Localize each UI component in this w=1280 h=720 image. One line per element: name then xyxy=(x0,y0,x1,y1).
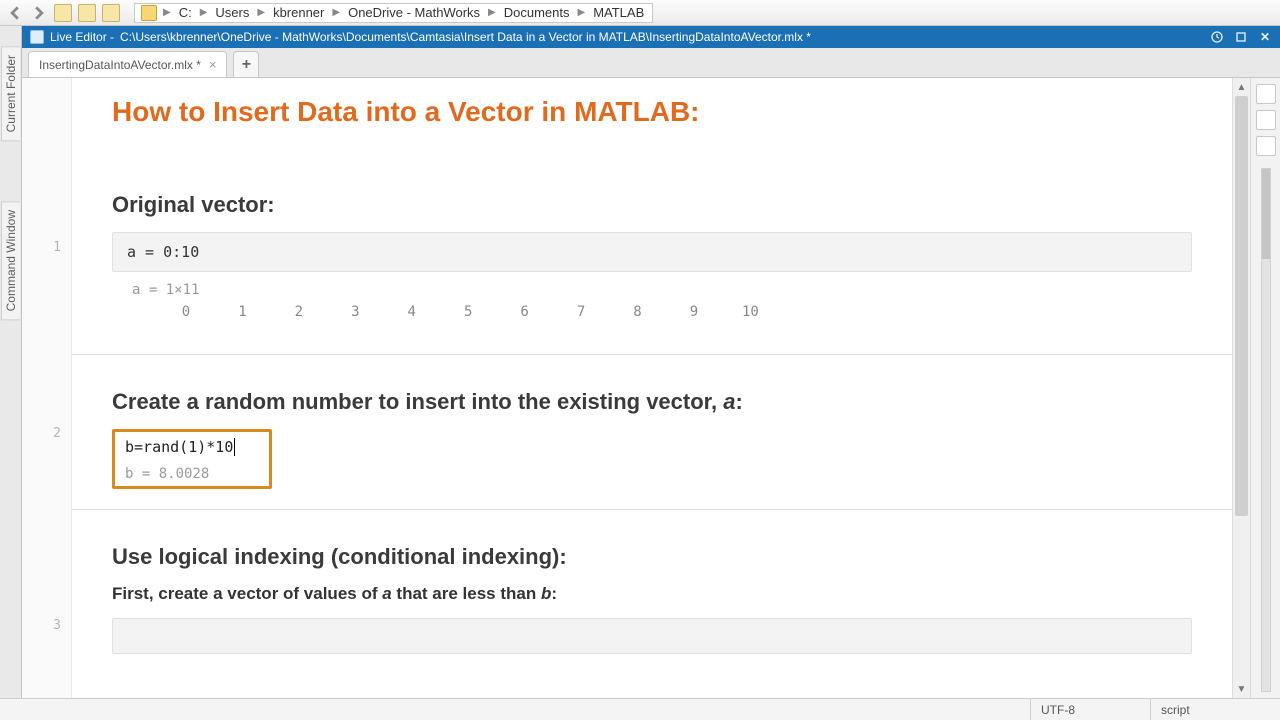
breadcrumb-part[interactable]: C: xyxy=(177,5,194,20)
line-number: 2 xyxy=(31,426,61,441)
page-title: How to Insert Data into a Vector in MATL… xyxy=(112,96,1192,128)
code-cell-1[interactable]: a = 0:10 xyxy=(112,232,1192,272)
rail-scroll-track[interactable] xyxy=(1261,168,1271,692)
file-tab-strip: InsertingDataIntoAVector.mlx * × + xyxy=(22,48,1280,78)
toolbar-icon-3[interactable] xyxy=(102,4,120,22)
section-heading-original: Original vector: xyxy=(112,192,1192,218)
rail-button-3[interactable] xyxy=(1256,136,1276,156)
rail-button-2[interactable] xyxy=(1256,110,1276,130)
status-mode[interactable]: script xyxy=(1150,699,1270,720)
line-number-gutter: 1 2 3 xyxy=(22,78,72,698)
breadcrumb-part[interactable]: kbrenner xyxy=(271,5,326,20)
scroll-thumb[interactable] xyxy=(1235,96,1248,516)
toolbar-icon-2[interactable] xyxy=(78,4,96,22)
file-tab-active[interactable]: InsertingDataIntoAVector.mlx * × xyxy=(28,51,227,77)
folder-icon xyxy=(141,5,157,21)
maximize-icon[interactable] xyxy=(1234,30,1248,44)
section-subtext: First, create a vector of values of a th… xyxy=(112,584,1192,604)
new-tab-button[interactable]: + xyxy=(233,51,259,77)
rail-scroll-thumb[interactable] xyxy=(1262,169,1270,259)
output-1: a = 1×11 0 1 2 3 4 5 6 7 8 xyxy=(112,278,1192,324)
close-icon[interactable]: ✕ xyxy=(1258,30,1272,44)
status-bar: UTF-8 script xyxy=(0,698,1280,720)
rail-button-1[interactable] xyxy=(1256,84,1276,104)
breadcrumb-part[interactable]: MATLAB xyxy=(591,5,646,20)
address-toolbar: ▶ C: ▶ Users ▶ kbrenner ▶ OneDrive - Mat… xyxy=(0,0,1280,26)
editor-title-path: C:\Users\kbrenner\OneDrive - MathWorks\D… xyxy=(120,30,811,44)
section-heading-random: Create a random number to insert into th… xyxy=(112,389,1192,415)
active-code-highlight: b=rand(1)*10 b = 8.0028 xyxy=(112,429,272,489)
line-number: 3 xyxy=(31,618,61,633)
output-1-label: a = 1×11 xyxy=(132,282,1192,298)
current-folder-tab[interactable]: Current Folder xyxy=(1,46,20,141)
breadcrumb-part[interactable]: Documents xyxy=(502,5,572,20)
command-window-tab[interactable]: Command Window xyxy=(1,201,20,320)
editor-scrollbar[interactable]: ▲ ▼ xyxy=(1232,78,1250,698)
file-tab-label: InsertingDataIntoAVector.mlx * xyxy=(39,58,201,72)
breadcrumb-part[interactable]: Users xyxy=(213,5,251,20)
breadcrumb-sep: ▶ xyxy=(161,7,173,18)
line-number: 1 xyxy=(31,240,61,255)
scroll-down-icon[interactable]: ▼ xyxy=(1233,680,1250,698)
tab-close-icon[interactable]: × xyxy=(209,57,217,72)
code-cell-2[interactable]: b=rand(1)*10 xyxy=(125,438,259,456)
left-panel-tabs: Current Folder Command Window xyxy=(0,26,22,698)
output-2: b = 8.0028 xyxy=(125,466,259,482)
text-cursor xyxy=(234,438,235,456)
code-cell-3[interactable] xyxy=(112,618,1192,654)
live-editor-titlebar: Live Editor - C:\Users\kbrenner\OneDrive… xyxy=(22,26,1280,48)
dock-icon[interactable] xyxy=(1210,30,1224,44)
scroll-up-icon[interactable]: ▲ xyxy=(1233,78,1250,96)
document-icon xyxy=(30,30,44,44)
right-rail xyxy=(1250,78,1280,698)
toolbar-icon-1[interactable] xyxy=(54,4,72,22)
nav-forward-icon[interactable] xyxy=(30,4,48,22)
breadcrumb[interactable]: ▶ C: ▶ Users ▶ kbrenner ▶ OneDrive - Mat… xyxy=(134,3,653,23)
nav-back-icon[interactable] xyxy=(6,4,24,22)
status-encoding[interactable]: UTF-8 xyxy=(1030,699,1150,720)
section-heading-logical: Use logical indexing (conditional indexi… xyxy=(112,544,1192,570)
active-section: Create a random number to insert into th… xyxy=(112,355,1192,509)
editor-title-prefix: Live Editor - xyxy=(50,30,114,44)
breadcrumb-part[interactable]: OneDrive - MathWorks xyxy=(346,5,482,20)
editor-content[interactable]: How to Insert Data into a Vector in MATL… xyxy=(72,78,1232,698)
